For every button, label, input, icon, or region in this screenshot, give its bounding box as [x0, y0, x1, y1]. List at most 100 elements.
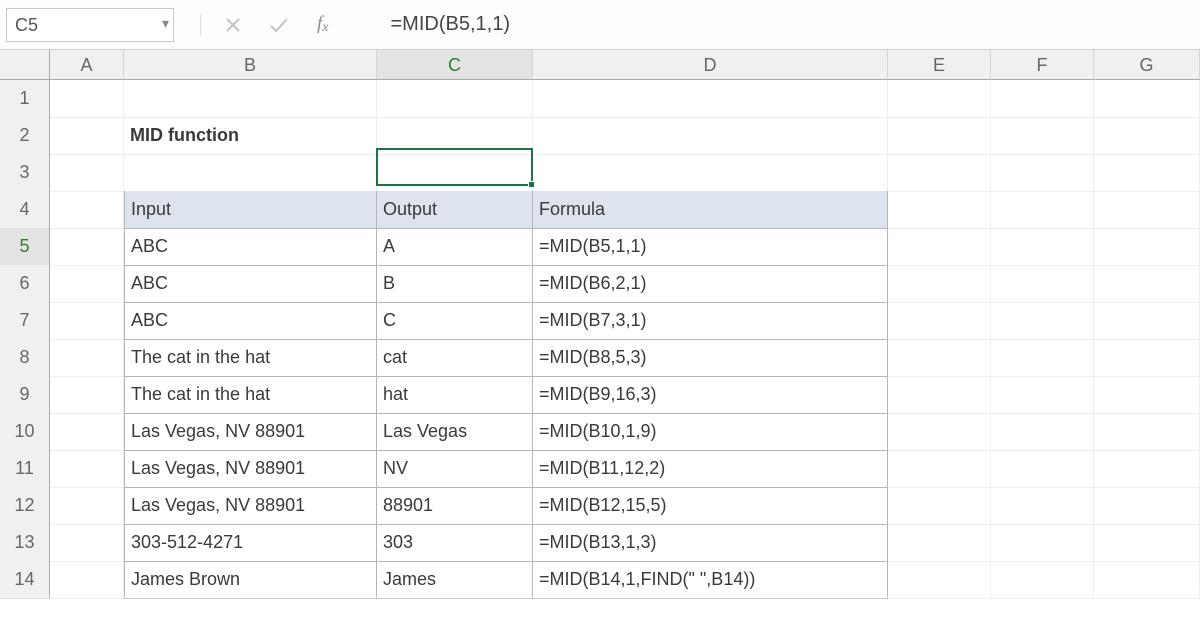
cell-a1[interactable]	[50, 80, 124, 118]
cell-e6[interactable]	[888, 265, 991, 303]
table-formula[interactable]: =MID(B13,1,3)	[533, 524, 888, 562]
cell-e7[interactable]	[888, 302, 991, 340]
table-formula[interactable]: =MID(B9,16,3)	[533, 376, 888, 414]
cell-f10[interactable]	[991, 413, 1094, 451]
cell-a3[interactable]	[50, 154, 124, 192]
name-box[interactable]: C5 ▾	[6, 8, 174, 42]
table-output[interactable]: Las Vegas	[377, 413, 533, 451]
cell-g7[interactable]	[1094, 302, 1200, 340]
cell-c3[interactable]	[377, 154, 533, 192]
cell-f3[interactable]	[991, 154, 1094, 192]
cell-e13[interactable]	[888, 524, 991, 562]
cell-a8[interactable]	[50, 339, 124, 377]
row-header[interactable]: 8	[0, 339, 50, 377]
table-output[interactable]: James	[377, 561, 533, 599]
row-header[interactable]: 7	[0, 302, 50, 340]
cell-a7[interactable]	[50, 302, 124, 340]
table-input[interactable]: ABC	[124, 302, 377, 340]
row-header[interactable]: 2	[0, 117, 50, 155]
cell-e10[interactable]	[888, 413, 991, 451]
cell-f8[interactable]	[991, 339, 1094, 377]
col-header-b[interactable]: B	[124, 50, 377, 80]
row-header[interactable]: 5	[0, 228, 50, 266]
cell-g5[interactable]	[1094, 228, 1200, 266]
select-all-corner[interactable]	[0, 50, 50, 80]
cell-e12[interactable]	[888, 487, 991, 525]
row-header[interactable]: 11	[0, 450, 50, 488]
table-formula[interactable]: =MID(B8,5,3)	[533, 339, 888, 377]
cell-a10[interactable]	[50, 413, 124, 451]
table-header-formula[interactable]: Formula	[533, 191, 888, 229]
col-header-f[interactable]: F	[991, 50, 1094, 80]
row-header[interactable]: 10	[0, 413, 50, 451]
table-input[interactable]: Las Vegas, NV 88901	[124, 450, 377, 488]
enter-icon[interactable]	[269, 17, 289, 33]
table-formula[interactable]: =MID(B5,1,1)	[533, 228, 888, 266]
table-formula[interactable]: =MID(B14,1,FIND(" ",B14))	[533, 561, 888, 599]
cell-f11[interactable]	[991, 450, 1094, 488]
cell-e11[interactable]	[888, 450, 991, 488]
table-formula[interactable]: =MID(B7,3,1)	[533, 302, 888, 340]
table-input[interactable]: The cat in the hat	[124, 339, 377, 377]
table-formula[interactable]: =MID(B6,2,1)	[533, 265, 888, 303]
cell-a9[interactable]	[50, 376, 124, 414]
cell-g3[interactable]	[1094, 154, 1200, 192]
cell-a13[interactable]	[50, 524, 124, 562]
table-output[interactable]: C	[377, 302, 533, 340]
col-header-e[interactable]: E	[888, 50, 991, 80]
cell-a4[interactable]	[50, 191, 124, 229]
cell-g10[interactable]	[1094, 413, 1200, 451]
page-title[interactable]: MID function	[124, 117, 377, 155]
col-header-c[interactable]: C	[377, 50, 533, 80]
table-output[interactable]: 88901	[377, 487, 533, 525]
table-formula[interactable]: =MID(B12,15,5)	[533, 487, 888, 525]
table-input[interactable]: James Brown	[124, 561, 377, 599]
cell-f9[interactable]	[991, 376, 1094, 414]
cell-b1[interactable]	[124, 80, 377, 118]
fx-icon[interactable]: fx	[317, 13, 329, 36]
cell-e9[interactable]	[888, 376, 991, 414]
table-output[interactable]: cat	[377, 339, 533, 377]
table-output[interactable]: B	[377, 265, 533, 303]
cell-f4[interactable]	[991, 191, 1094, 229]
cell-g2[interactable]	[1094, 117, 1200, 155]
cell-g4[interactable]	[1094, 191, 1200, 229]
cell-g13[interactable]	[1094, 524, 1200, 562]
row-header[interactable]: 12	[0, 487, 50, 525]
row-header[interactable]: 9	[0, 376, 50, 414]
formula-bar-input[interactable]: =MID(B5,1,1)	[341, 0, 1200, 49]
cell-d3[interactable]	[533, 154, 888, 192]
table-input[interactable]: The cat in the hat	[124, 376, 377, 414]
cell-f14[interactable]	[991, 561, 1094, 599]
cell-b3[interactable]	[124, 154, 377, 192]
cell-a6[interactable]	[50, 265, 124, 303]
cell-f6[interactable]	[991, 265, 1094, 303]
cell-a11[interactable]	[50, 450, 124, 488]
cell-c1[interactable]	[377, 80, 533, 118]
table-header-input[interactable]: Input	[124, 191, 377, 229]
cell-e1[interactable]	[888, 80, 991, 118]
row-header[interactable]: 4	[0, 191, 50, 229]
row-header[interactable]: 13	[0, 524, 50, 562]
cell-e2[interactable]	[888, 117, 991, 155]
cell-g6[interactable]	[1094, 265, 1200, 303]
cell-e3[interactable]	[888, 154, 991, 192]
cell-f1[interactable]	[991, 80, 1094, 118]
table-output[interactable]: 303	[377, 524, 533, 562]
table-output[interactable]: NV	[377, 450, 533, 488]
cell-g12[interactable]	[1094, 487, 1200, 525]
cell-f12[interactable]	[991, 487, 1094, 525]
row-header[interactable]: 14	[0, 561, 50, 599]
table-formula[interactable]: =MID(B11,12,2)	[533, 450, 888, 488]
table-header-output[interactable]: Output	[377, 191, 533, 229]
cell-g9[interactable]	[1094, 376, 1200, 414]
row-header[interactable]: 1	[0, 80, 50, 118]
cell-e8[interactable]	[888, 339, 991, 377]
cell-a12[interactable]	[50, 487, 124, 525]
table-input[interactable]: Las Vegas, NV 88901	[124, 487, 377, 525]
cell-c2[interactable]	[377, 117, 533, 155]
cell-f5[interactable]	[991, 228, 1094, 266]
cell-f13[interactable]	[991, 524, 1094, 562]
row-header[interactable]: 6	[0, 265, 50, 303]
cell-g1[interactable]	[1094, 80, 1200, 118]
